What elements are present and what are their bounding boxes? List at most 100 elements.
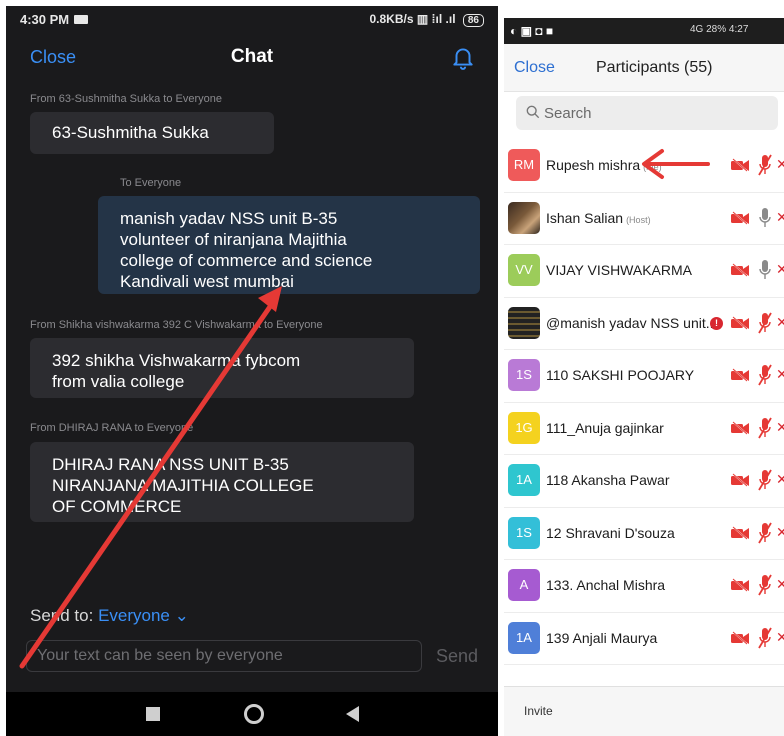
message-line: manish yadav NSS unit B-35 bbox=[120, 209, 338, 228]
avatar: 1A bbox=[508, 464, 540, 496]
home-button[interactable] bbox=[244, 704, 264, 724]
participant-row[interactable]: 1S 12 Shravani D'souza ✕ bbox=[504, 507, 784, 560]
mic-muted-icon[interactable] bbox=[758, 626, 772, 650]
participants-screen: ◐ ▣ ◘ ■ 4G 28% 4:27 Close Participants (… bbox=[504, 18, 784, 736]
send-button[interactable]: Send bbox=[436, 646, 478, 667]
participants-header: Close Participants (55) bbox=[504, 44, 784, 92]
avatar bbox=[508, 306, 540, 339]
participant-row[interactable]: Ishan Salian (Host) ✕ bbox=[504, 192, 784, 245]
send-to-dropdown[interactable]: Everyone ⌄ bbox=[98, 606, 189, 625]
video-off-icon[interactable] bbox=[730, 314, 750, 331]
avatar: A bbox=[508, 569, 540, 601]
chat-message: 392 shikha Vishwakarma fybcom from valia… bbox=[30, 338, 414, 398]
mic-muted-icon[interactable] bbox=[758, 573, 772, 597]
more-icon[interactable]: ✕ bbox=[776, 419, 784, 436]
mic-icon[interactable] bbox=[758, 258, 772, 282]
more-icon[interactable]: ✕ bbox=[776, 576, 784, 593]
participant-row[interactable]: 1A 139 Anjali Maurya ✕ bbox=[504, 612, 784, 665]
more-icon[interactable]: ✕ bbox=[776, 209, 784, 226]
message-line: OF COMMERCE bbox=[52, 497, 182, 516]
participant-row[interactable]: @manish yadav NSS unit...! ✕ bbox=[504, 297, 784, 350]
chat-screen: 4:30 PM 0.8KB/s ▥ ⁞ıl .ıl 86 Close Chat … bbox=[6, 6, 498, 736]
back-button[interactable] bbox=[346, 706, 359, 722]
video-off-icon[interactable] bbox=[730, 367, 750, 383]
more-icon[interactable]: ✕ bbox=[776, 314, 784, 331]
participant-row[interactable]: 1S 110 SAKSHI POOJARY ✕ bbox=[504, 350, 784, 403]
status-icons: ◐ ▣ ◘ ■ bbox=[510, 24, 554, 38]
participant-row[interactable]: 1A 118 Akansha Pawar ✕ bbox=[504, 455, 784, 508]
page-title: Chat bbox=[230, 46, 274, 67]
avatar: 1S bbox=[508, 359, 540, 391]
message-meta: To Everyone bbox=[120, 177, 182, 189]
more-icon[interactable]: ✕ bbox=[776, 261, 784, 278]
video-off-icon[interactable] bbox=[730, 419, 750, 436]
participant-row[interactable]: VV VIJAY VISHWAKARMA ✕ bbox=[504, 245, 784, 298]
participant-name: 118 Akansha Pawar bbox=[546, 472, 670, 488]
chat-input[interactable] bbox=[26, 640, 422, 672]
video-off-icon[interactable] bbox=[730, 524, 750, 541]
more-icon[interactable]: ✕ bbox=[776, 366, 784, 383]
participants-footer: Invite bbox=[504, 686, 784, 736]
video-off-icon[interactable] bbox=[730, 472, 750, 488]
participant-list: RM Rupesh mishra (me) ✕ Ishan Salian (Host) ✕ V… bbox=[504, 140, 784, 665]
participant-row[interactable]: RM Rupesh mishra (me) ✕ bbox=[504, 140, 784, 193]
avatar bbox=[508, 201, 540, 234]
avatar: 1G bbox=[508, 411, 540, 444]
more-icon[interactable]: ✕ bbox=[776, 629, 784, 646]
search-icon bbox=[526, 105, 540, 119]
mic-muted-icon[interactable] bbox=[758, 416, 772, 440]
message-line: Kandivali west mumbai bbox=[120, 272, 294, 291]
bell-icon[interactable] bbox=[450, 44, 476, 70]
participant-tag: (Host) bbox=[626, 214, 651, 225]
video-off-icon[interactable] bbox=[730, 629, 750, 646]
android-nav-bar bbox=[6, 692, 498, 736]
participant-name: 133. Anchal Mishra bbox=[546, 577, 666, 593]
alert-badge: ! bbox=[710, 316, 723, 330]
mic-muted-icon[interactable] bbox=[758, 363, 772, 387]
avatar: RM bbox=[508, 149, 540, 181]
video-off-icon[interactable] bbox=[730, 577, 750, 593]
chat-message: DHIRAJ RANA NSS UNIT B-35 NIRANJANA MAJI… bbox=[30, 442, 414, 522]
video-off-icon[interactable] bbox=[730, 157, 750, 173]
participant-name: 139 Anjali Maurya bbox=[546, 629, 658, 646]
participant-row[interactable]: 1G 111_Anuja gajinkar ✕ bbox=[504, 402, 784, 455]
message-line: NIRANJANA MAJITHIA COLLEGE bbox=[52, 476, 314, 495]
message-line: from valia college bbox=[52, 372, 185, 391]
status-bar: 4:30 PM 0.8KB/s ▥ ⁞ıl .ıl 86 bbox=[6, 6, 498, 32]
more-icon[interactable]: ✕ bbox=[776, 471, 784, 488]
search-box bbox=[516, 96, 778, 130]
mic-muted-icon[interactable] bbox=[758, 311, 772, 335]
chat-message: 63-Sushmitha Sukka bbox=[30, 112, 274, 154]
participant-row[interactable]: A 133. Anchal Mishra ✕ bbox=[504, 560, 784, 613]
video-off-icon[interactable] bbox=[730, 209, 750, 226]
message-line: college of commerce and science bbox=[120, 251, 373, 270]
annotation-arrow bbox=[642, 149, 710, 179]
mic-muted-icon[interactable] bbox=[758, 521, 772, 545]
network-speed: 0.8KB/s bbox=[369, 12, 414, 26]
message-text: 63-Sushmitha Sukka bbox=[52, 123, 209, 142]
status-bar: ◐ ▣ ◘ ■ 4G 28% 4:27 bbox=[504, 18, 784, 44]
search-input[interactable] bbox=[544, 96, 764, 130]
chevron-down-icon: ⌄ bbox=[169, 606, 189, 625]
video-off-icon[interactable] bbox=[730, 262, 750, 278]
send-to-label: Send to: bbox=[30, 606, 94, 625]
battery-icon: 86 bbox=[462, 14, 484, 27]
chat-header: Close Chat bbox=[6, 32, 498, 80]
page-title: Participants (55) bbox=[596, 59, 713, 76]
close-button[interactable]: Close bbox=[514, 59, 555, 77]
mic-muted-icon[interactable] bbox=[758, 153, 772, 177]
participant-name: VIJAY VISHWAKARMA bbox=[546, 262, 692, 278]
recents-button[interactable] bbox=[146, 707, 160, 721]
mic-icon[interactable] bbox=[758, 206, 772, 230]
message-line: volunteer of niranjana Majithia bbox=[120, 230, 347, 249]
participant-name: Ishan Salian (Host) bbox=[546, 209, 651, 226]
more-icon[interactable]: ✕ bbox=[776, 156, 784, 173]
invite-button[interactable]: Invite bbox=[524, 704, 553, 718]
mic-muted-icon[interactable] bbox=[758, 468, 772, 492]
more-icon[interactable]: ✕ bbox=[776, 524, 784, 541]
message-line: DHIRAJ RANA NSS UNIT B-35 bbox=[52, 455, 289, 474]
avatar: 1A bbox=[508, 621, 540, 654]
participant-name: 111_Anuja gajinkar bbox=[546, 419, 664, 436]
avatar: VV bbox=[508, 254, 540, 286]
message-meta: From Shikha vishwakarma 392 C Vishwakarm… bbox=[30, 319, 323, 331]
